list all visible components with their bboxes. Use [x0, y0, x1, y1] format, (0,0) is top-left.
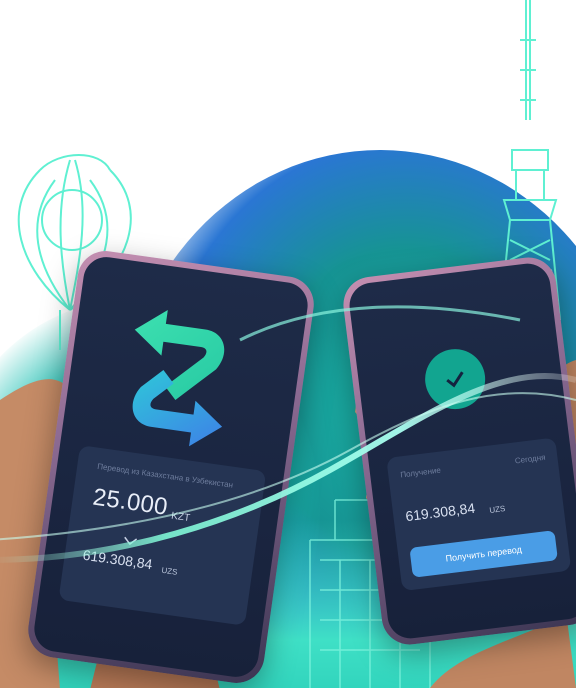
- receive-caption: Получение: [399, 465, 442, 480]
- promo-scene: Перевод из Казахстана в Узбекистан 25.00…: [0, 0, 576, 688]
- receive-transfer-button[interactable]: Получить перевод: [409, 530, 558, 578]
- receive-currency: UZS: [488, 504, 506, 515]
- receive-card: Получение Сегодня 619.308,84 UZS Получит…: [386, 437, 572, 592]
- receive-date: Сегодня: [514, 452, 546, 466]
- transfer-card: Перевод из Казахстана в Узбекистан 25.00…: [58, 445, 267, 626]
- receive-amount: 619.308,84: [404, 499, 477, 525]
- converted-currency: UZS: [160, 565, 179, 577]
- checkmark-icon: [421, 345, 489, 413]
- converted-amount: 619.308,84: [81, 546, 154, 573]
- send-currency: KZT: [170, 510, 191, 525]
- transfer-arrows-icon: [109, 301, 248, 461]
- send-amount: 25.000: [91, 483, 170, 521]
- receiver-phone-screen: Получение Сегодня 619.308,84 UZS Получит…: [346, 261, 576, 641]
- chevron-down-icon: [122, 532, 138, 552]
- sender-phone-screen: Перевод из Казахстана в Узбекистан 25.00…: [31, 254, 311, 680]
